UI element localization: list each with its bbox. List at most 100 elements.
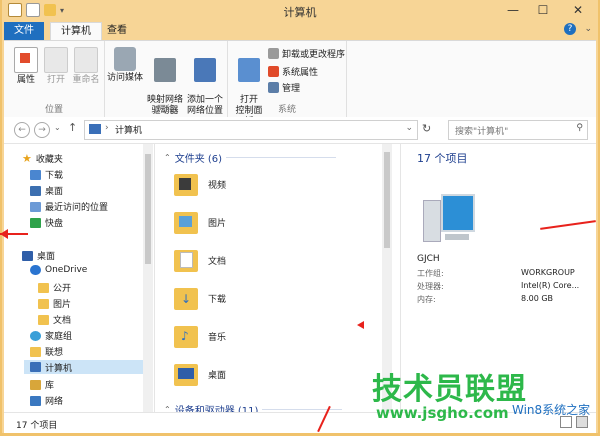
tab-computer[interactable]: 计算机 xyxy=(50,22,102,41)
computer-icon xyxy=(423,194,475,242)
downloads-folder-icon: ↓ xyxy=(174,284,198,312)
cpu-value: Intel(R) Core... xyxy=(521,281,580,290)
status-item-count: 17 个项目 xyxy=(16,421,58,431)
nav-homegroup[interactable]: 家庭组 xyxy=(30,329,72,342)
computer-name: GJCH xyxy=(417,254,440,264)
nav-public[interactable]: 公开 xyxy=(38,281,71,294)
folder-item[interactable]: 视频 xyxy=(174,170,226,198)
breadcrumb-computer[interactable]: 计算机 xyxy=(115,123,142,136)
group-divider xyxy=(226,157,337,158)
folder-item[interactable]: 文档 xyxy=(174,246,226,274)
ribbon-group-system: 打开 控制面板 卸载或更改程序 系统属性 管理 系统 xyxy=(228,41,347,127)
watermark-url: www.jsgho.com xyxy=(376,404,509,422)
nav-scrollbar-thumb[interactable] xyxy=(145,154,151,264)
address-bar-row: ← → ⌄ ↑ › 计算机 ⌄ ↻ 搜索"计算机" ⚲ xyxy=(4,117,596,144)
nav-favorites[interactable]: ★ 收藏夹 xyxy=(22,152,63,165)
minimize-button[interactable]: — xyxy=(498,0,528,20)
uninstall-icon xyxy=(268,48,279,59)
folder-icon xyxy=(38,298,49,309)
media-icon xyxy=(114,47,136,71)
nav-kuaipan[interactable]: 快盘 xyxy=(30,216,63,229)
folder-item[interactable]: ♪ 音乐 xyxy=(174,322,226,350)
maximize-button[interactable]: ☐ xyxy=(528,0,558,20)
ribbon: 属性 打开 重命名 位置 访问媒体 映射网络 驱动器 添加一个 网络位置 网络 … xyxy=(4,40,596,127)
nav-lenovo[interactable]: 联想 xyxy=(30,345,63,358)
folder-item[interactable]: 桌面 xyxy=(174,360,226,388)
nav-network[interactable]: 网络 xyxy=(30,394,63,407)
library-icon xyxy=(30,379,41,390)
expand-ribbon-icon[interactable]: ⌄ xyxy=(584,24,592,34)
properties-icon xyxy=(14,47,38,73)
control-panel-icon xyxy=(238,58,260,82)
nav-documents[interactable]: 文档 xyxy=(38,313,71,326)
nav-desktop[interactable]: 桌面 xyxy=(30,184,63,197)
access-media-button[interactable]: 访问媒体 xyxy=(107,47,143,84)
recent-dropdown-icon[interactable]: ⌄ xyxy=(54,123,61,132)
group-divider xyxy=(262,409,343,410)
uninstall-program-button[interactable]: 卸载或更改程序 xyxy=(268,47,345,60)
network-icon xyxy=(30,395,41,406)
desktop-folder-icon xyxy=(174,360,198,388)
network-drive-icon xyxy=(154,58,176,82)
network-location-icon xyxy=(194,58,216,82)
user-folder-icon xyxy=(30,346,41,357)
forward-button[interactable]: → xyxy=(34,122,50,138)
rename-button[interactable]: 重命名 xyxy=(68,47,104,86)
nav-libraries[interactable]: 库 xyxy=(30,378,54,391)
manage-button[interactable]: 管理 xyxy=(268,81,300,94)
cloud-icon xyxy=(30,265,41,275)
watermark-brand: 技术员联盟 xyxy=(372,372,527,407)
file-list-pane: ⌃ 文件夹 (6) 视频 图片 文档 ↓ 下载 ♪ 音乐 桌面 ⌃ xyxy=(156,144,392,417)
nav-downloads[interactable]: 下载 xyxy=(30,168,63,181)
title-bar: ▾ 计算机 — ☐ ✕ xyxy=(2,0,598,22)
folder-item[interactable]: ↓ 下载 xyxy=(174,284,226,312)
system-properties-button[interactable]: 系统属性 xyxy=(268,65,318,78)
pictures-folder-icon xyxy=(174,208,198,236)
up-button[interactable]: ↑ xyxy=(68,121,77,134)
close-button[interactable]: ✕ xyxy=(558,0,598,20)
ribbon-tabs: 文件 计算机 查看 ⌄ ? xyxy=(2,22,598,41)
ram-value: 8.00 GB xyxy=(521,294,554,303)
nav-computer[interactable]: 计算机 xyxy=(24,360,150,374)
star-icon: ★ xyxy=(22,152,32,165)
rename-icon xyxy=(74,47,98,73)
folders-group-header[interactable]: ⌃ 文件夹 (6) xyxy=(164,150,337,165)
nav-pictures[interactable]: 图片 xyxy=(38,297,71,310)
computer-icon xyxy=(89,124,101,134)
search-icon[interactable]: ⚲ xyxy=(576,123,583,133)
refresh-icon[interactable]: ↻ xyxy=(422,122,431,135)
open-control-panel-button[interactable]: 打开 控制面板 xyxy=(232,47,266,128)
address-dropdown-icon[interactable]: ⌄ xyxy=(405,123,413,133)
watermark-subtitle: Win8系统之家 xyxy=(512,403,591,417)
back-button[interactable]: ← xyxy=(14,122,30,138)
workgroup-value: WORKGROUP xyxy=(521,268,575,277)
workgroup-label: 工作组: xyxy=(417,269,444,278)
desktop-icon xyxy=(22,250,33,261)
video-folder-icon xyxy=(174,170,198,198)
nav-recent[interactable]: 最近访问的位置 xyxy=(30,200,108,213)
music-folder-icon: ♪ xyxy=(174,322,198,350)
ribbon-group-network: 访问媒体 映射网络 驱动器 添加一个 网络位置 网络 xyxy=(105,41,228,117)
computer-icon xyxy=(30,362,41,372)
nav-scrollbar[interactable] xyxy=(143,144,153,412)
search-input[interactable]: 搜索"计算机" ⚲ xyxy=(448,120,588,140)
tab-file[interactable]: 文件 xyxy=(4,22,44,40)
file-scrollbar-thumb[interactable] xyxy=(384,152,390,248)
cpu-label: 处理器: xyxy=(417,282,444,291)
recent-places-icon xyxy=(30,201,41,212)
desktop-icon xyxy=(30,185,41,196)
tab-view[interactable]: 查看 xyxy=(97,22,137,40)
address-box[interactable]: › 计算机 ⌄ xyxy=(84,120,418,140)
folder-icon xyxy=(38,282,49,293)
manage-icon xyxy=(268,82,279,93)
collapse-icon: ⌃ xyxy=(164,153,171,162)
nav-desktop-root[interactable]: 桌面 xyxy=(22,249,55,262)
system-properties-icon xyxy=(268,66,279,77)
folder-icon xyxy=(38,314,49,325)
nav-onedrive[interactable]: OneDrive xyxy=(30,265,87,275)
folder-item[interactable]: 图片 xyxy=(174,208,226,236)
downloads-icon xyxy=(30,169,41,180)
help-icon[interactable]: ? xyxy=(564,23,576,35)
documents-folder-icon xyxy=(174,246,198,274)
ribbon-group-location: 属性 打开 重命名 位置 xyxy=(4,41,105,117)
